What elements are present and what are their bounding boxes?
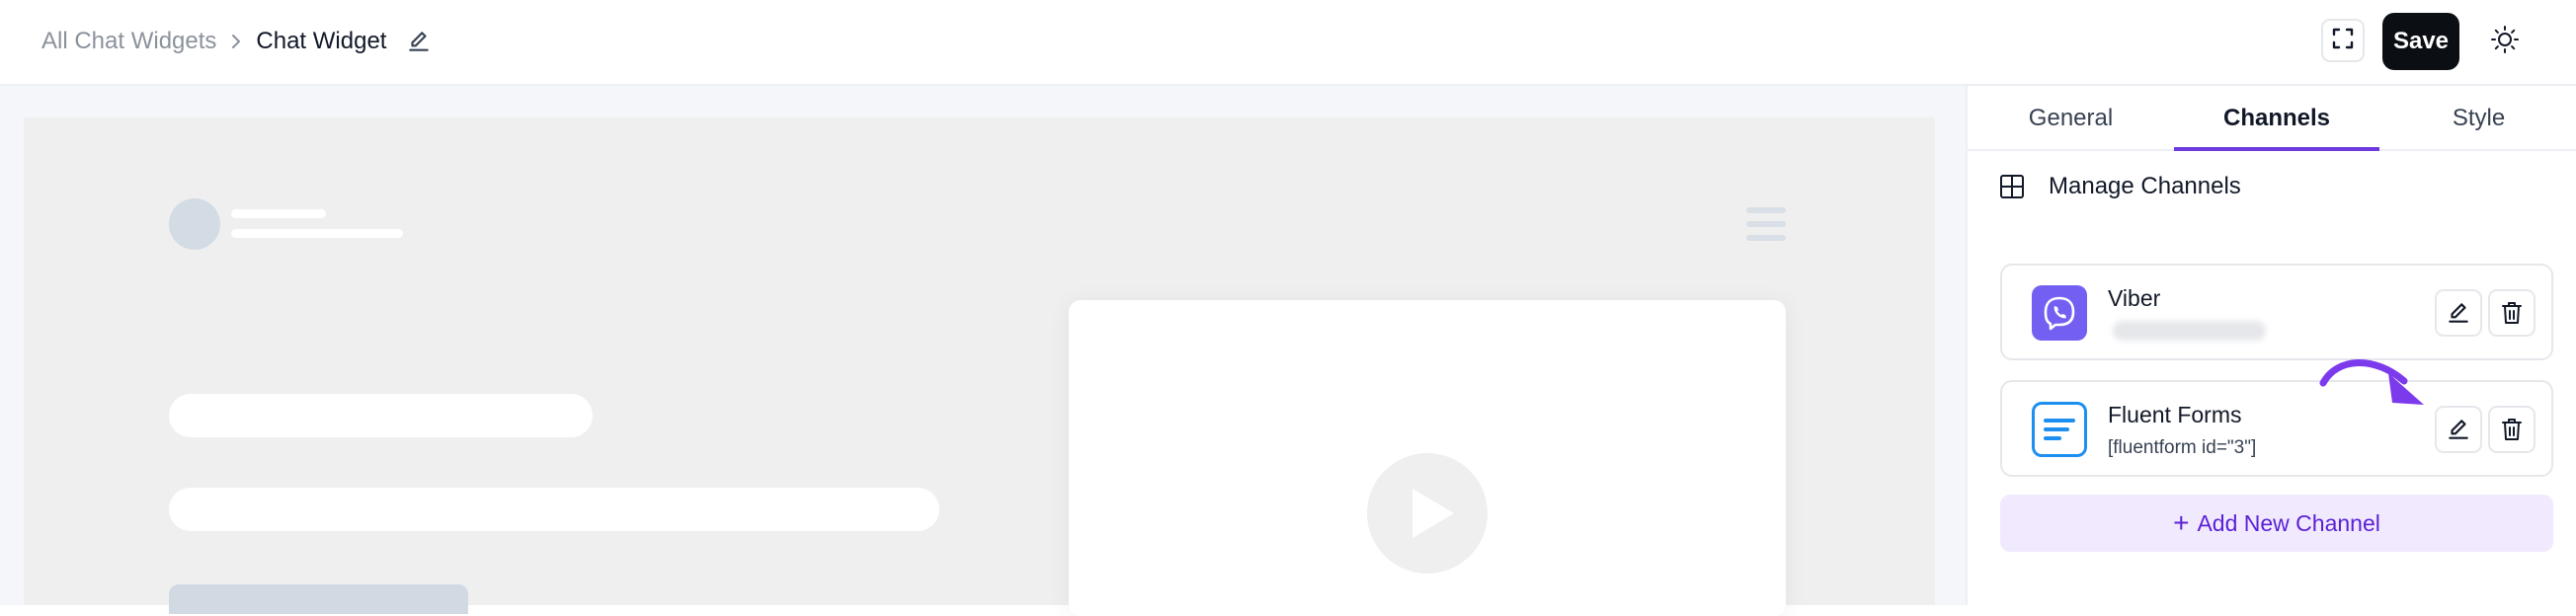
placeholder-line: [231, 229, 403, 238]
placeholder-bar: [169, 488, 939, 531]
section-title: Manage Channels: [2049, 173, 2241, 199]
save-button[interactable]: Save: [2382, 13, 2459, 70]
edit-channel-button[interactable]: [2435, 406, 2482, 453]
pencil-icon: [2449, 420, 2468, 439]
fullscreen-icon: [2332, 28, 2354, 54]
placeholder-avatar: [169, 198, 220, 250]
theme-toggle-button[interactable]: [2483, 20, 2527, 63]
chevron-right-icon: [228, 34, 244, 49]
tab-style[interactable]: Style: [2379, 86, 2576, 151]
placeholder-line: [231, 209, 326, 218]
delete-channel-button[interactable]: [2488, 289, 2536, 337]
channel-card-fluent-forms: Fluent Forms [fluentform id="3"]: [2000, 380, 2553, 477]
sun-icon: [2490, 25, 2520, 59]
tab-bar: General Channels Style: [1968, 86, 2576, 151]
active-tab-indicator: [2174, 147, 2379, 151]
hamburger-menu-icon: [1746, 207, 1786, 241]
fluent-forms-icon: [2032, 402, 2087, 457]
page-title: Chat Widget: [256, 28, 387, 54]
plus-icon: +: [2173, 507, 2190, 538]
tab-channels[interactable]: Channels: [2174, 86, 2379, 151]
widget-preview-area: [0, 86, 1966, 616]
pointer-arrow-icon: [2319, 359, 2424, 405]
delete-channel-button[interactable]: [2488, 406, 2536, 453]
viber-icon: [2032, 285, 2087, 341]
preview-canvas: [24, 117, 1935, 616]
tab-general[interactable]: General: [1968, 86, 2174, 151]
add-channel-label: Add New Channel: [2197, 509, 2380, 536]
pencil-icon: [2449, 303, 2468, 323]
play-icon: [1367, 453, 1488, 574]
video-card: [1069, 300, 1786, 616]
breadcrumb-all-chat-widgets[interactable]: All Chat Widgets: [41, 28, 216, 55]
placeholder-bar: [169, 394, 593, 437]
top-bar: All Chat Widgets Chat Widget Save: [0, 0, 2576, 86]
trash-icon: [2502, 419, 2522, 440]
edit-title-icon[interactable]: [406, 29, 432, 54]
trash-icon: [2502, 302, 2522, 324]
add-new-channel-button[interactable]: + Add New Channel: [2000, 495, 2553, 552]
channel-name: Fluent Forms: [2108, 402, 2242, 427]
manage-channels-header: Manage Channels: [1999, 173, 2241, 200]
settings-sidebar: General Channels Style Manage Channels V…: [1966, 86, 2576, 605]
breadcrumb: All Chat Widgets Chat Widget: [41, 26, 432, 57]
channel-name: Viber: [2108, 285, 2161, 311]
placeholder-button: [169, 584, 468, 614]
grid-icon: [1999, 173, 2027, 200]
fullscreen-button[interactable]: [2321, 19, 2365, 62]
channel-detail-blurred: [2113, 321, 2266, 341]
edit-channel-button[interactable]: [2435, 289, 2482, 337]
channel-shortcode: [fluentform id="3"]: [2108, 437, 2257, 458]
channel-card-viber: Viber: [2000, 264, 2553, 360]
